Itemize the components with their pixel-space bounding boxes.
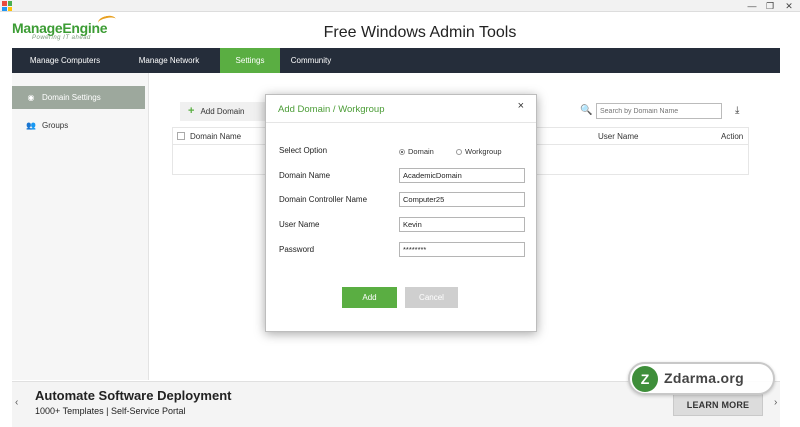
chevron-left-icon[interactable]: ‹ (15, 397, 18, 408)
radio-domain[interactable]: Domain (399, 147, 434, 156)
maximize-button[interactable]: ❐ (762, 0, 778, 12)
add-button[interactable]: Add (342, 287, 397, 308)
column-domain-name: Domain Name (190, 132, 242, 141)
dialog-divider (266, 122, 536, 123)
zdarma-logo-icon: Z (632, 366, 658, 392)
domain-name-label: Domain Name (279, 171, 331, 180)
select-all-checkbox[interactable] (177, 132, 185, 140)
app-title: Free Windows Admin Tools (323, 24, 517, 41)
sidebar-item-groups[interactable]: 👥 Groups (12, 114, 145, 137)
banner-title: Automate Software Deployment (35, 388, 232, 403)
dialog-title: Add Domain / Workgroup (278, 104, 385, 115)
column-user-name: User Name (598, 132, 639, 141)
close-icon[interactable]: × (518, 100, 524, 112)
sidebar-item-label: Domain Settings (42, 93, 101, 102)
main-nav: Manage Computers Manage Network Settings… (12, 48, 780, 73)
add-domain-label: Add Domain (200, 107, 245, 116)
nav-manage-network[interactable]: Manage Network (118, 48, 220, 73)
window-titlebar: — ❐ ✕ (0, 0, 800, 12)
user-name-label: User Name (279, 220, 320, 229)
search-input[interactable] (596, 103, 722, 119)
add-domain-button[interactable]: + Add Domain (180, 102, 272, 121)
sidebar: ◉ Domain Settings 👥 Groups (12, 73, 149, 380)
password-field[interactable] (399, 242, 525, 257)
close-window-button[interactable]: ✕ (781, 0, 797, 12)
domain-controller-field[interactable] (399, 192, 525, 207)
radio-domain-label: Domain (408, 147, 434, 156)
nav-community[interactable]: Community (280, 48, 342, 73)
password-label: Password (279, 245, 315, 254)
select-option-label: Select Option (279, 146, 328, 155)
user-name-field[interactable] (399, 217, 525, 232)
add-domain-dialog: Add Domain / Workgroup × Select Option D… (265, 94, 537, 332)
plus-icon: + (188, 105, 195, 117)
domain-controller-label: Domain Controller Name (279, 195, 368, 204)
app-header: ManageEngine Powering IT ahead Free Wind… (0, 12, 800, 48)
radio-workgroup-label: Workgroup (465, 147, 502, 156)
banner-subtitle: 1000+ Templates | Self-Service Portal (35, 406, 186, 416)
learn-more-button[interactable]: LEARN MORE (673, 394, 763, 416)
radio-unselected-icon (456, 149, 462, 155)
zdarma-watermark: Z Zdarma.org (628, 362, 775, 395)
chevron-right-icon[interactable]: › (774, 397, 777, 408)
nav-settings[interactable]: Settings (220, 48, 280, 73)
app-icon (2, 1, 12, 11)
column-action: Action (721, 132, 744, 141)
download-icon[interactable]: ⤓ (735, 105, 739, 116)
radio-selected-icon (399, 149, 405, 155)
nav-manage-computers[interactable]: Manage Computers (12, 48, 118, 73)
search-icon[interactable]: 🔍 (580, 105, 592, 116)
radio-workgroup[interactable]: Workgroup (456, 147, 502, 156)
domain-name-field[interactable] (399, 168, 525, 183)
sidebar-item-domain-settings[interactable]: ◉ Domain Settings (12, 86, 145, 109)
users-icon: 👥 (26, 121, 36, 130)
sidebar-item-label: Groups (42, 121, 69, 130)
globe-icon: ◉ (27, 93, 35, 102)
watermark-text: Zdarma.org (664, 370, 745, 386)
minimize-button[interactable]: — (744, 0, 760, 12)
cancel-button[interactable]: Cancel (405, 287, 458, 308)
